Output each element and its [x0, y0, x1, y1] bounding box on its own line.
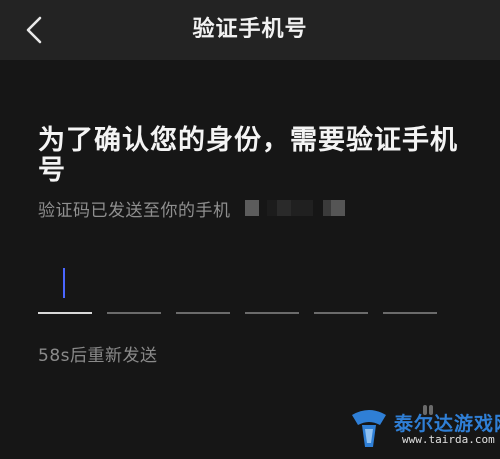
code-digit-cell[interactable] [245, 262, 299, 314]
nav-bar: 验证手机号 [0, 0, 500, 60]
phone-mask-block [266, 200, 277, 216]
code-digit-cell[interactable] [383, 262, 437, 314]
watermark-url: www.tairda.com [402, 433, 495, 446]
code-digit-cell[interactable] [107, 262, 161, 314]
code-digit-cell[interactable] [38, 262, 92, 314]
phone-mask-block [290, 200, 313, 216]
text-caret [63, 268, 65, 298]
watermark-text: 泰尔达游戏网 [394, 413, 500, 435]
phone-mask-block [244, 200, 259, 216]
sms-sent-row: 验证码已发送至你的手机 [38, 196, 345, 221]
code-digit-cell[interactable] [176, 262, 230, 314]
resend-countdown: 58s后重新发送 [38, 346, 158, 366]
code-digit-cell[interactable] [314, 262, 368, 314]
phone-mask-block [322, 200, 331, 216]
page-title: 验证手机号 [192, 17, 308, 42]
phone-mask-block [330, 200, 345, 216]
sms-sent-text: 验证码已发送至你的手机 [38, 200, 231, 221]
phone-mask-block [276, 200, 291, 216]
site-watermark: 泰尔达游戏网 www.tairda.com [342, 405, 500, 453]
verification-code-input[interactable] [38, 262, 438, 314]
watermark-logo-icon [352, 410, 386, 447]
verify-heading: 为了确认您的身份，需要验证手机号 [38, 125, 458, 186]
masked-phone-number [244, 198, 345, 218]
